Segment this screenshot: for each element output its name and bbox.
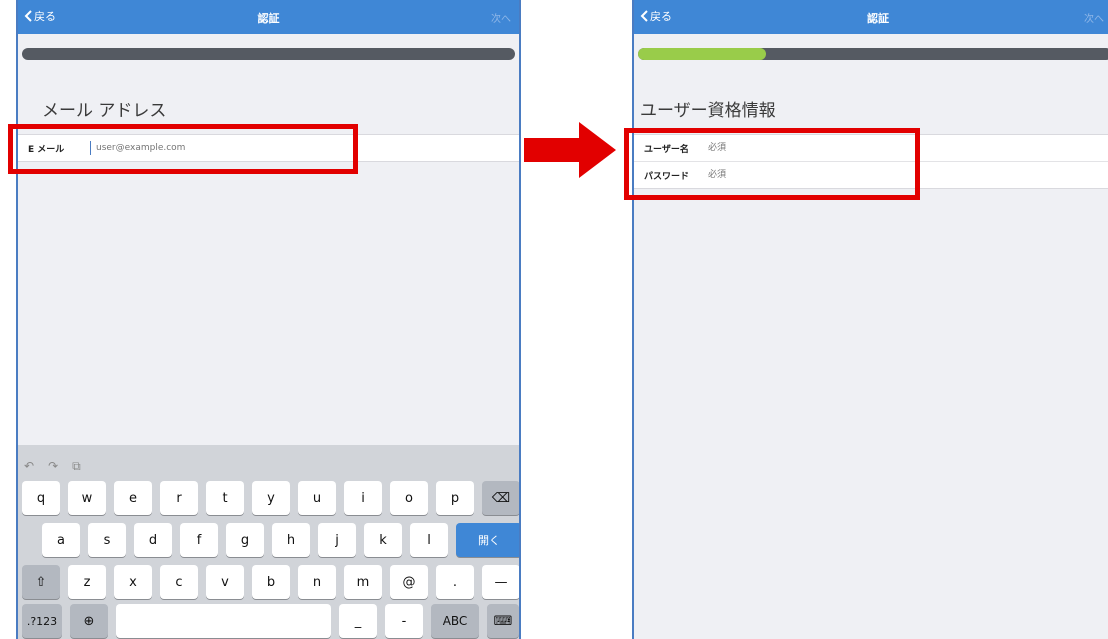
- next-button[interactable]: 次へ: [1084, 10, 1104, 25]
- key[interactable]: x: [114, 565, 152, 599]
- key[interactable]: q: [22, 481, 60, 515]
- keyboard-toolbar: ↶ ↷ ⧉: [24, 459, 81, 474]
- keyboard-row-2: a s d f g h j k l 開く: [42, 523, 519, 557]
- key[interactable]: u: [298, 481, 336, 515]
- progress-fill: [638, 48, 766, 60]
- numbers-key[interactable]: .?123: [22, 604, 62, 638]
- nav-title: 認証: [257, 12, 280, 25]
- key[interactable]: w: [68, 481, 106, 515]
- progress-bar: [22, 48, 515, 60]
- progress-area: [18, 34, 519, 76]
- nav-title: 認証: [867, 12, 889, 25]
- open-key[interactable]: 開く: [456, 523, 519, 557]
- paste-icon[interactable]: ⧉: [72, 459, 81, 474]
- right-screen: 戻る 認証 次へ ユーザー資格情報 ユーザー名 パスワード: [632, 0, 1108, 639]
- key[interactable]: —: [482, 565, 519, 599]
- key[interactable]: g: [226, 523, 264, 557]
- keyboard: ↶ ↷ ⧉ q w e r t y u i o p ⌫ a s d f g h j k l 開く ⇧ z x c v b n m @.…: [18, 445, 519, 639]
- key[interactable]: z: [68, 565, 106, 599]
- key[interactable]: k: [364, 523, 402, 557]
- keyboard-row-4: .?123 ⊕ _ - ABC ⌨: [22, 604, 519, 638]
- abc-key[interactable]: ABC: [431, 604, 479, 638]
- key[interactable]: p: [436, 481, 474, 515]
- key[interactable]: l: [410, 523, 448, 557]
- backspace-key[interactable]: ⌫: [482, 481, 519, 515]
- key[interactable]: d: [134, 523, 172, 557]
- shift-key[interactable]: ⇧: [22, 565, 60, 599]
- globe-icon: ⊕: [83, 613, 95, 629]
- key[interactable]: j: [318, 523, 356, 557]
- key[interactable]: n: [298, 565, 336, 599]
- backspace-icon: ⌫: [491, 490, 511, 506]
- right-navbar: 戻る 認証 次へ: [634, 0, 1108, 34]
- key[interactable]: y: [252, 481, 290, 515]
- undo-icon[interactable]: ↶: [24, 459, 34, 474]
- key[interactable]: c: [160, 565, 198, 599]
- section-title: ユーザー資格情報: [640, 101, 776, 121]
- key[interactable]: m: [344, 565, 382, 599]
- keyboard-dismiss-icon: ⌨: [493, 613, 513, 629]
- keyboard-row-3: ⇧ z x c v b n m @. —: [22, 565, 519, 599]
- section-title: メール アドレス: [42, 101, 167, 121]
- highlight-box-email: [8, 124, 358, 174]
- next-button[interactable]: 次へ: [491, 10, 511, 25]
- key[interactable]: v: [206, 565, 244, 599]
- key[interactable]: @: [390, 565, 428, 599]
- redo-icon[interactable]: ↷: [48, 459, 58, 474]
- key[interactable]: f: [180, 523, 218, 557]
- highlight-box-credentials: [624, 128, 920, 200]
- progress-area: [634, 34, 1108, 76]
- keyboard-row-1: q w e r t y u i o p ⌫: [22, 481, 519, 515]
- shift-icon: ⇧: [35, 574, 47, 590]
- key[interactable]: s: [88, 523, 126, 557]
- space-key[interactable]: [116, 604, 331, 638]
- dash-key[interactable]: -: [385, 604, 423, 638]
- key[interactable]: .: [436, 565, 474, 599]
- progress-bar: [638, 48, 1108, 60]
- globe-key[interactable]: ⊕: [70, 604, 108, 638]
- key[interactable]: a: [42, 523, 80, 557]
- right-arrow-icon: [524, 122, 616, 178]
- left-navbar: 戻る 認証 次へ: [18, 0, 519, 34]
- key[interactable]: i: [344, 481, 382, 515]
- key[interactable]: t: [206, 481, 244, 515]
- left-screen: 戻る 認証 次へ メール アドレス E メール ↶ ↷ ⧉ qwertyuiop…: [16, 0, 521, 639]
- key[interactable]: o: [390, 481, 428, 515]
- hide-keyboard-key[interactable]: ⌨: [487, 604, 519, 638]
- key[interactable]: b: [252, 565, 290, 599]
- key[interactable]: e: [114, 481, 152, 515]
- underscore-key[interactable]: _: [339, 604, 377, 638]
- key[interactable]: h: [272, 523, 310, 557]
- key[interactable]: r: [160, 481, 198, 515]
